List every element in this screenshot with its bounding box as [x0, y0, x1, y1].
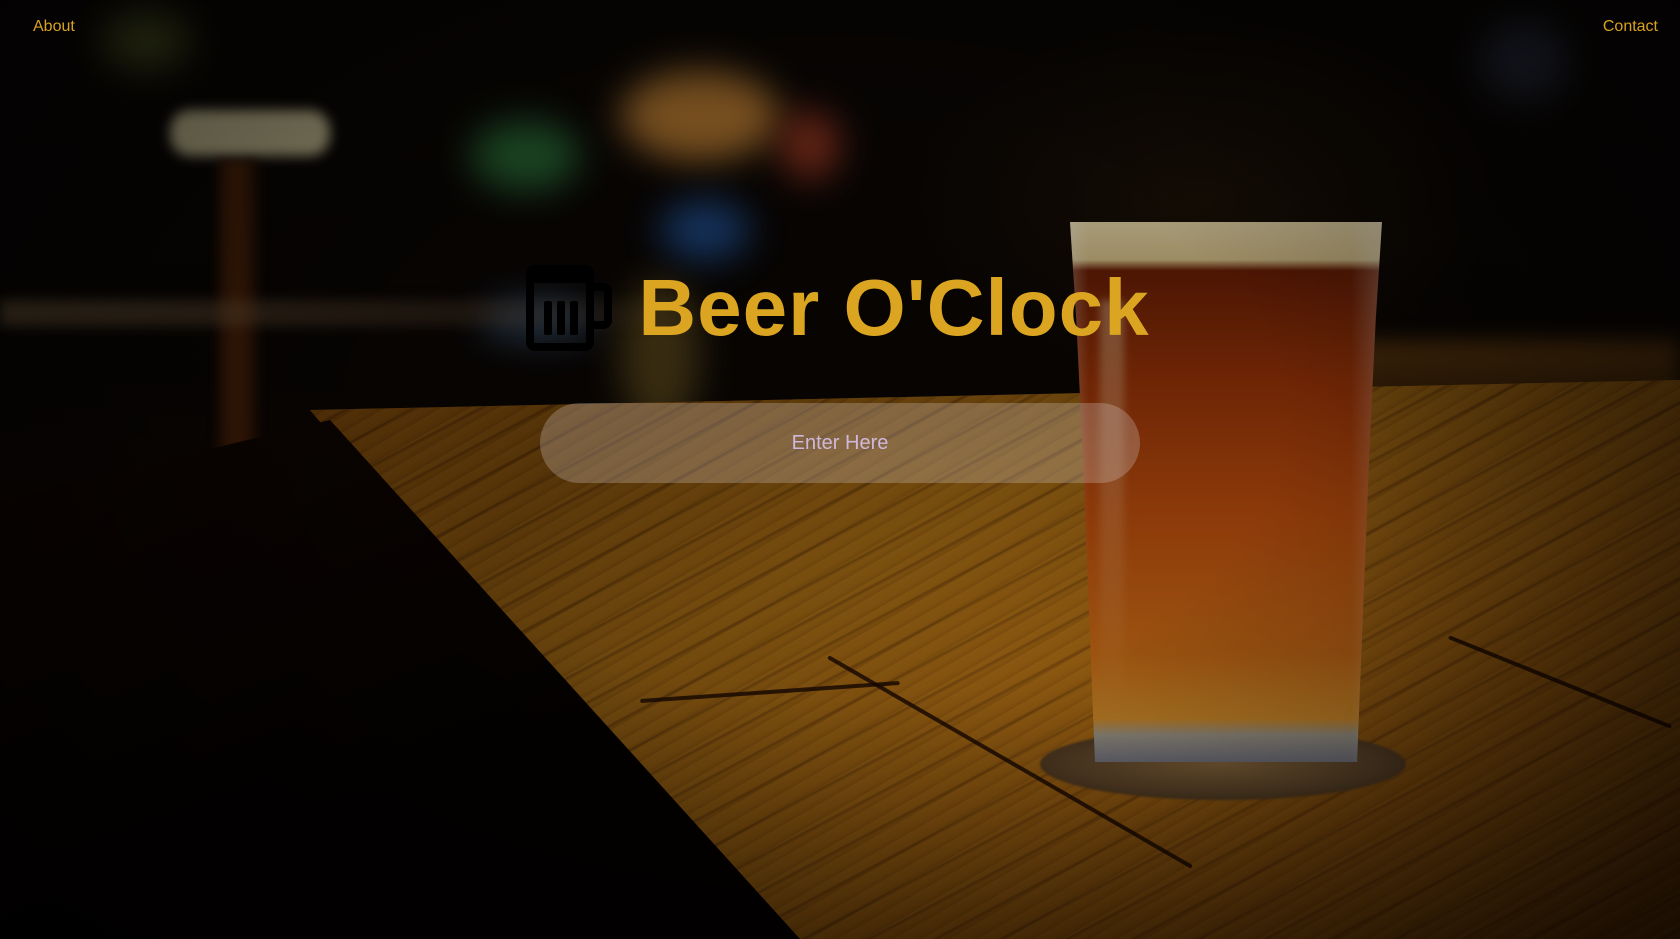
beer-mug-icon — [526, 265, 613, 351]
hero-header: Beer O'Clock — [0, 262, 1680, 354]
brand-title: Beer O'Clock — [638, 263, 1150, 352]
enter-button[interactable]: Enter Here — [540, 403, 1140, 483]
nav-contact-link[interactable]: Contact — [1603, 18, 1658, 36]
nav-about-link[interactable]: About — [33, 18, 75, 36]
landing-page: About Contact Beer O'Clock Enter Here — [0, 0, 1680, 939]
